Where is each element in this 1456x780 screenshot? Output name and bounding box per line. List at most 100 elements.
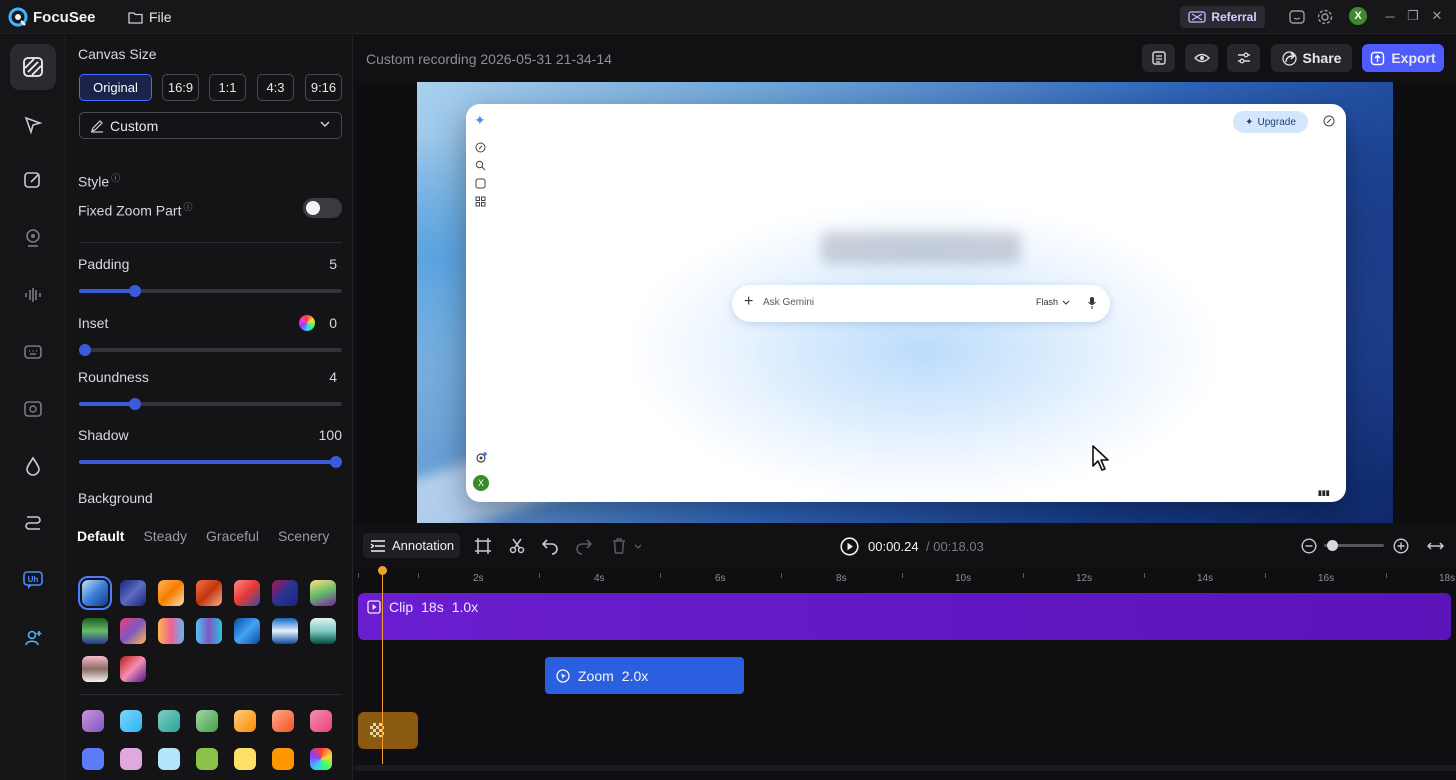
wallpaper-swatch[interactable] xyxy=(272,580,298,606)
delete-icon[interactable] xyxy=(610,537,628,555)
ratio-original-button[interactable]: Original xyxy=(79,74,152,101)
color-swatch[interactable] xyxy=(196,710,218,732)
chevron-down-icon[interactable] xyxy=(634,537,642,555)
color-swatch[interactable] xyxy=(310,710,332,732)
effect-segment[interactable] xyxy=(358,712,418,749)
tab-steady[interactable]: Steady xyxy=(143,528,187,544)
cursor-tool-button[interactable] xyxy=(10,102,56,148)
audio-tool-button[interactable] xyxy=(10,272,56,318)
subtitles-tool-button[interactable]: Uh xyxy=(10,557,56,603)
transition-tool-button[interactable] xyxy=(10,500,56,546)
shadow-slider[interactable] xyxy=(79,456,342,468)
wallpaper-swatch[interactable] xyxy=(120,656,146,682)
color-swatch[interactable] xyxy=(234,710,256,732)
preview-button[interactable] xyxy=(1185,44,1218,72)
fit-width-icon[interactable] xyxy=(1427,539,1444,553)
playhead-handle[interactable] xyxy=(378,566,387,575)
clip-track[interactable]: Clip 18s 1.0x xyxy=(358,593,1451,640)
timeline-zoom-thumb[interactable] xyxy=(1327,540,1338,551)
scissors-icon[interactable] xyxy=(508,537,526,555)
color-swatch[interactable] xyxy=(272,748,294,770)
adjust-button[interactable] xyxy=(1227,44,1260,72)
wallpaper-swatch[interactable] xyxy=(234,580,260,606)
ratio-1-1-button[interactable]: 1:1 xyxy=(209,74,246,101)
canvas-preset-select[interactable]: Custom xyxy=(79,112,342,139)
color-swatch[interactable] xyxy=(120,748,142,770)
ruler-label: 2s xyxy=(473,573,484,584)
referral-button[interactable]: Referral xyxy=(1180,6,1265,28)
wallpaper-swatch[interactable] xyxy=(234,618,260,644)
settings-gear-icon[interactable] xyxy=(1316,8,1334,26)
share-button[interactable]: Share xyxy=(1271,44,1352,72)
wallpaper-swatch[interactable] xyxy=(158,580,184,606)
annotation-tool-button[interactable] xyxy=(10,157,56,203)
wallpaper-swatch[interactable] xyxy=(310,580,336,606)
slider-thumb[interactable] xyxy=(330,456,342,468)
layout-button[interactable] xyxy=(1142,44,1175,72)
play-icon[interactable] xyxy=(840,537,859,556)
undo-icon[interactable] xyxy=(541,537,559,555)
minimize-icon[interactable]: ─ xyxy=(1381,7,1399,25)
slider-thumb[interactable] xyxy=(79,344,91,356)
user-avatar[interactable]: X xyxy=(1349,7,1367,25)
restore-icon[interactable]: ❐ xyxy=(1404,7,1422,25)
wallpaper-swatch[interactable] xyxy=(78,576,112,610)
ruler-label: 6s xyxy=(715,573,726,584)
captions-tool-button[interactable] xyxy=(10,329,56,375)
redo-icon[interactable] xyxy=(575,537,593,555)
slider-thumb[interactable] xyxy=(129,285,141,297)
annotation-button[interactable]: Annotation xyxy=(363,533,460,558)
upgrade-label: Upgrade xyxy=(1257,116,1296,128)
zoom-in-icon[interactable] xyxy=(1393,538,1409,554)
ratio-9-16-button[interactable]: 9:16 xyxy=(305,74,342,101)
roundness-slider[interactable] xyxy=(79,398,342,410)
color-swatch[interactable] xyxy=(310,748,332,770)
toggle-knob xyxy=(306,201,320,215)
collaborate-tool-button[interactable] xyxy=(10,615,56,661)
ratio-4-3-button[interactable]: 4:3 xyxy=(257,74,294,101)
blur-tool-button[interactable] xyxy=(10,443,56,489)
close-icon[interactable]: ✕ xyxy=(1428,7,1446,25)
tab-graceful[interactable]: Graceful xyxy=(206,528,259,544)
svg-text:Uh: Uh xyxy=(28,575,39,584)
color-swatch[interactable] xyxy=(234,748,256,770)
color-swatch[interactable] xyxy=(158,710,180,732)
color-swatch[interactable] xyxy=(158,748,180,770)
info-icon[interactable]: ⓘ xyxy=(183,202,192,212)
color-swatch[interactable] xyxy=(82,710,104,732)
wallpaper-swatch[interactable] xyxy=(272,618,298,644)
export-button[interactable]: Export xyxy=(1362,44,1444,72)
wallpaper-swatch[interactable] xyxy=(82,656,108,682)
preview-canvas[interactable]: ✦ ✦ Upgrade + Ask Gemini Flash X ▮▮▮ xyxy=(417,82,1393,523)
info-icon[interactable]: ⓘ xyxy=(111,173,120,183)
wallpaper-swatch[interactable] xyxy=(82,618,108,644)
wallpaper-swatch[interactable] xyxy=(196,618,222,644)
watermark-tool-button[interactable] xyxy=(10,386,56,432)
canvas-tool-button[interactable] xyxy=(10,44,56,90)
padding-slider[interactable] xyxy=(79,285,342,297)
zoom-segment[interactable]: Zoom 2.0x xyxy=(545,657,744,694)
ratio-16-9-button[interactable]: 16:9 xyxy=(162,74,199,101)
crop-icon[interactable] xyxy=(474,537,492,555)
background-label: Background xyxy=(78,490,153,506)
wallpaper-swatch[interactable] xyxy=(120,580,146,606)
color-swatch[interactable] xyxy=(120,710,142,732)
timeline-scrollbar[interactable] xyxy=(354,765,1456,771)
tab-scenery[interactable]: Scenery xyxy=(278,528,329,544)
wallpaper-swatch[interactable] xyxy=(120,618,146,644)
file-menu[interactable]: File xyxy=(128,9,172,25)
fixed-zoom-toggle[interactable] xyxy=(303,198,342,218)
color-swatch[interactable] xyxy=(196,748,218,770)
wallpaper-swatch[interactable] xyxy=(158,618,184,644)
chat-icon[interactable] xyxy=(1288,8,1306,26)
wallpaper-swatch[interactable] xyxy=(196,580,222,606)
wallpaper-swatch[interactable] xyxy=(310,618,336,644)
tab-default[interactable]: Default xyxy=(77,528,124,544)
color-swatch[interactable] xyxy=(272,710,294,732)
slider-thumb[interactable] xyxy=(129,398,141,410)
playhead[interactable] xyxy=(382,568,383,764)
color-swatch[interactable] xyxy=(82,748,104,770)
zoom-out-icon[interactable] xyxy=(1301,538,1317,554)
camera-tool-button[interactable] xyxy=(10,215,56,261)
inset-slider[interactable] xyxy=(79,344,342,356)
